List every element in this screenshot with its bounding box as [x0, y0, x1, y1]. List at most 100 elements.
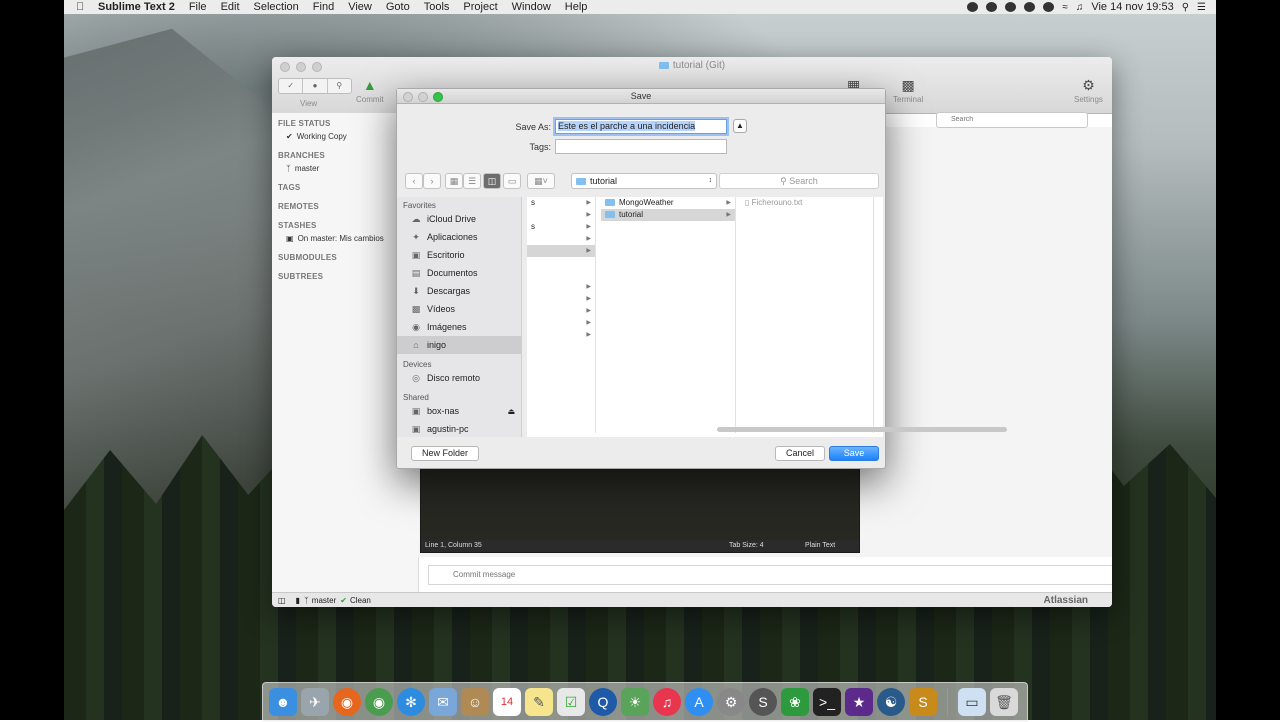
dropbox-icon[interactable] — [1005, 2, 1017, 12]
imovie-icon[interactable]: ★ — [845, 688, 873, 716]
icon-view-icon[interactable]: ▦ — [445, 173, 463, 189]
menu-project[interactable]: Project — [463, 1, 497, 13]
save-button[interactable]: Save — [829, 446, 879, 461]
wifi-icon[interactable]: ≈ — [1062, 2, 1068, 13]
new-folder-button[interactable]: New Folder — [411, 446, 479, 461]
finder-icon[interactable]: ☻ — [269, 688, 297, 716]
eject-icon[interactable]: ⏏ — [507, 407, 515, 416]
list-item[interactable]: ▶ — [527, 209, 595, 221]
list-item[interactable]: s ▶ — [527, 197, 595, 209]
menu-view[interactable]: View — [348, 1, 372, 13]
menu-tools[interactable]: Tools — [424, 1, 450, 13]
minimize-button[interactable] — [418, 92, 428, 102]
menu-window[interactable]: Window — [512, 1, 551, 13]
chrome-icon[interactable]: ◉ — [365, 688, 393, 716]
sidebar-item-escritorio[interactable]: ▣ Escritorio — [397, 246, 521, 264]
list-item[interactable] — [527, 257, 595, 269]
list-view-icon[interactable]: ☰ — [463, 173, 481, 189]
sourcetree-icon[interactable]: ☯ — [877, 688, 905, 716]
sourcetree-search-input[interactable] — [936, 112, 1088, 128]
sublime-text-icon[interactable]: S — [749, 688, 777, 716]
sidebar-item-descargas[interactable]: ⬇ Descargas — [397, 282, 521, 300]
tab-size-indicator[interactable]: Tab Size: 4 — [729, 540, 764, 552]
list-item[interactable]: ▶ — [527, 245, 595, 257]
sublime-app-icon[interactable]: S — [909, 688, 937, 716]
terminal-icon[interactable]: >_ — [813, 688, 841, 716]
sidebar-item-documentos[interactable]: ▤ Documentos — [397, 264, 521, 282]
list-item[interactable]: ▶ — [527, 317, 595, 329]
quicktime-icon[interactable]: Q — [589, 688, 617, 716]
list-item[interactable]: ▶ — [527, 293, 595, 305]
view-segmented-control[interactable]: ✓ ● ⚲ — [278, 78, 352, 94]
zoom-button[interactable] — [433, 92, 443, 102]
trash-icon[interactable]: 🗑 — [990, 688, 1018, 716]
close-button[interactable] — [403, 92, 413, 102]
sidebar-item-box-nas[interactable]: ▣ box-nas ⏏ — [397, 402, 521, 420]
menu-edit[interactable]: Edit — [221, 1, 240, 13]
sync-icon[interactable] — [986, 2, 998, 12]
back-button[interactable]: ‹ — [405, 173, 423, 189]
firefox-icon[interactable]: ◉ — [333, 688, 361, 716]
menubar-clock[interactable]: Vie 14 nov 19:53 — [1091, 1, 1173, 13]
notes-icon[interactable]: ✎ — [525, 688, 553, 716]
column-view-icon[interactable]: ◫ — [483, 173, 501, 189]
search-icon[interactable]: ⚲ — [328, 79, 351, 93]
horizontal-scrollbar[interactable] — [717, 427, 1007, 432]
expand-dialog-button[interactable]: ▲ — [733, 119, 747, 133]
arrange-menu-icon[interactable]: ▦˅ — [527, 173, 555, 189]
log-icon[interactable]: ● — [303, 79, 328, 93]
safari-icon[interactable]: ✻ — [397, 688, 425, 716]
forward-button[interactable]: › — [423, 173, 441, 189]
menu-app[interactable]: Sublime Text 2 — [98, 1, 175, 13]
save-as-field[interactable]: Este es el parche a una incidencia — [555, 119, 727, 134]
search-icon[interactable]: ⚲ — [1182, 2, 1189, 13]
downloads-stack-icon[interactable]: ▭ — [958, 688, 986, 716]
sidebar-item-aplicaciones[interactable]: ✦ Aplicaciones — [397, 228, 521, 246]
menu-selection[interactable]: Selection — [254, 1, 299, 13]
coverflow-view-icon[interactable]: ▭ — [503, 173, 521, 189]
sidebar-item-disco-remoto[interactable]: ◎ Disco remoto — [397, 369, 521, 387]
calendar-icon[interactable]: 14 — [493, 688, 521, 716]
record-icon[interactable] — [967, 2, 979, 12]
settings-button[interactable]: ⚙ Settings — [1074, 77, 1103, 104]
file-row-ficherouno[interactable]: ▯ Ficherouno.txt — [741, 197, 873, 209]
menu-goto[interactable]: Goto — [386, 1, 410, 13]
itunes-icon[interactable]: ♫ — [653, 688, 681, 716]
sidebar-item-agustin-pc[interactable]: ▣ agustin-pc — [397, 420, 521, 437]
contacts-icon[interactable]: ☺ — [461, 688, 489, 716]
mail-icon[interactable]: ✉ — [429, 688, 457, 716]
sidebar-item-inigo[interactable]: ⌂ inigo — [397, 336, 521, 354]
location-popup[interactable]: tutorial ↕ — [571, 173, 717, 189]
sublime-editor[interactable]: Line 1, Column 35 Tab Size: 4 Plain Text — [420, 467, 860, 553]
airplay-icon[interactable] — [1043, 2, 1055, 12]
dialog-search-field[interactable]: ⚲ Search — [719, 173, 879, 189]
syntax-indicator[interactable]: Plain Text — [805, 540, 835, 552]
folder-row-tutorial[interactable]: tutorial ▶ — [601, 209, 735, 221]
folder-row-mongoweather[interactable]: MongoWeather ▶ — [601, 197, 735, 209]
photos-icon[interactable]: ☀ — [621, 688, 649, 716]
sidebar-item-videos[interactable]: ▩ Vídeos — [397, 300, 521, 318]
list-item[interactable]: ▶ — [527, 233, 595, 245]
bluetooth-icon[interactable] — [1024, 2, 1036, 12]
launchpad-icon[interactable]: ✈ — [301, 688, 329, 716]
terminal-button[interactable]: ▩ Terminal — [893, 77, 923, 104]
list-item[interactable]: ▶ — [527, 281, 595, 293]
menu-find[interactable]: Find — [313, 1, 334, 13]
cancel-button[interactable]: Cancel — [775, 446, 825, 461]
list-item[interactable] — [527, 269, 595, 281]
reminders-icon[interactable]: ☑ — [557, 688, 585, 716]
volume-icon[interactable]: ♫ — [1076, 2, 1084, 13]
sidebar-toggle-icon[interactable]: ◫ — [278, 596, 286, 605]
menu-help[interactable]: Help — [565, 1, 588, 13]
check-icon[interactable]: ✓ — [279, 79, 304, 93]
sidebar-item-imagenes[interactable]: ◉ Imágenes — [397, 318, 521, 336]
commit-button[interactable]: ▲ Commit — [356, 77, 384, 104]
app-store-icon[interactable]: A — [685, 688, 713, 716]
list-item[interactable]: ▶ — [527, 329, 595, 341]
tags-field[interactable] — [555, 139, 727, 154]
system-preferences-icon[interactable]: ⚙ — [717, 688, 745, 716]
apple-icon[interactable]:  — [76, 1, 90, 13]
commit-message-input[interactable] — [428, 565, 1112, 585]
list-icon[interactable]: ☰ — [1197, 2, 1206, 13]
list-item[interactable]: ▶ — [527, 305, 595, 317]
